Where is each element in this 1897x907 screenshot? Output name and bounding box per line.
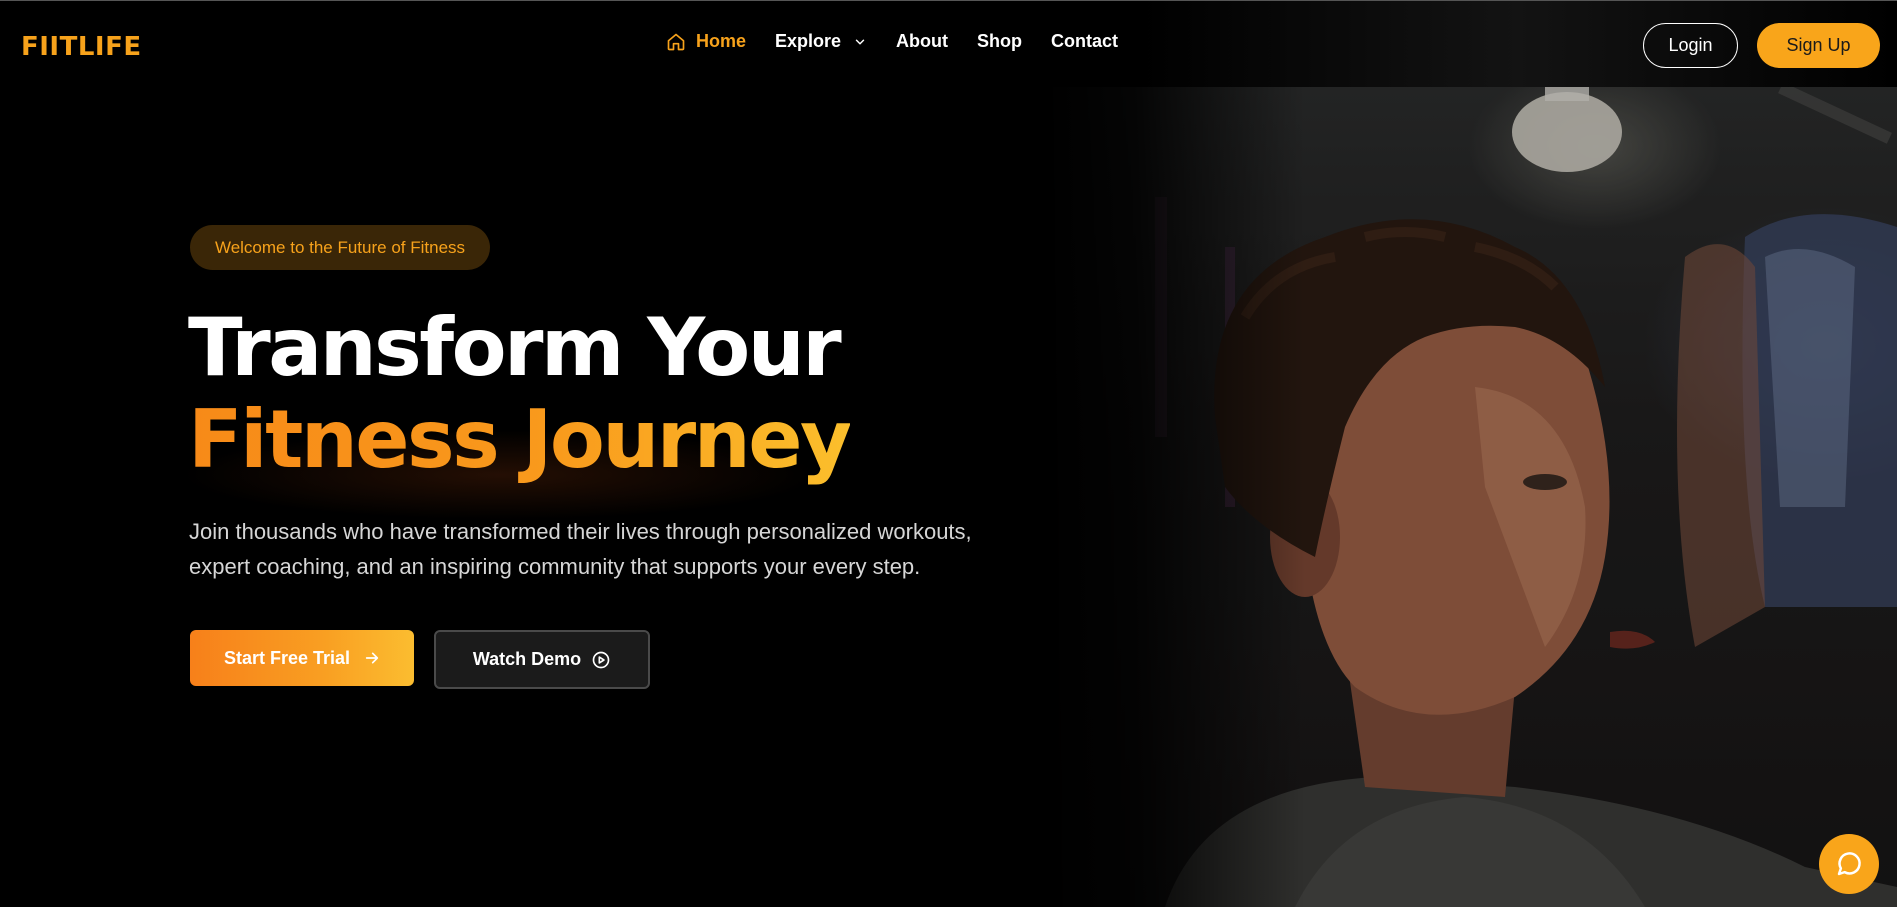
watch-demo-label: Watch Demo xyxy=(472,649,582,669)
hero-image-fade xyxy=(1045,87,1305,907)
start-free-trial-button[interactable]: Start Free Trial xyxy=(190,630,414,686)
headline-line-2: Fitness Journey xyxy=(188,393,852,486)
nav-item-home[interactable]: Home xyxy=(666,31,746,52)
login-button[interactable]: Login xyxy=(1643,23,1738,68)
nav-item-label: Home xyxy=(696,31,747,51)
hero-headline: Transform Your Fitness Journey xyxy=(188,301,852,486)
home-icon xyxy=(666,32,686,52)
nav-item-label: Shop xyxy=(977,31,1023,51)
brand-logo[interactable]: FIITLIFE xyxy=(21,32,142,62)
nav-item-contact[interactable]: Contact xyxy=(1051,31,1118,52)
welcome-badge: Welcome to the Future of Fitness xyxy=(190,225,490,270)
chat-button[interactable] xyxy=(1819,834,1879,894)
signup-button[interactable]: Sign Up xyxy=(1757,23,1880,68)
navbar: FIITLIFE Home Explore About Shop Contact… xyxy=(0,0,1897,87)
start-free-trial-label: Start Free Trial xyxy=(223,647,351,668)
arrow-right-icon xyxy=(364,650,380,666)
nav-item-about[interactable]: About xyxy=(896,31,948,52)
headline-line-1: Transform Your xyxy=(188,301,842,394)
hero-subtext: Join thousands who have transformed thei… xyxy=(189,519,972,579)
nav-item-explore[interactable]: Explore xyxy=(775,31,867,52)
nav-item-shop[interactable]: Shop xyxy=(977,31,1022,52)
page: FIITLIFE Home Explore About Shop Contact… xyxy=(0,0,1897,907)
chevron-down-icon xyxy=(853,35,867,49)
nav-item-label: About xyxy=(896,31,949,51)
chat-bubble-icon xyxy=(1834,849,1864,879)
nav-links: Home Explore About Shop Contact xyxy=(666,31,1147,52)
nav-item-label: Explore xyxy=(775,31,842,51)
nav-item-label: Contact xyxy=(1051,31,1119,51)
watch-demo-button[interactable]: Watch Demo xyxy=(434,630,650,689)
play-circle-icon xyxy=(591,650,611,670)
